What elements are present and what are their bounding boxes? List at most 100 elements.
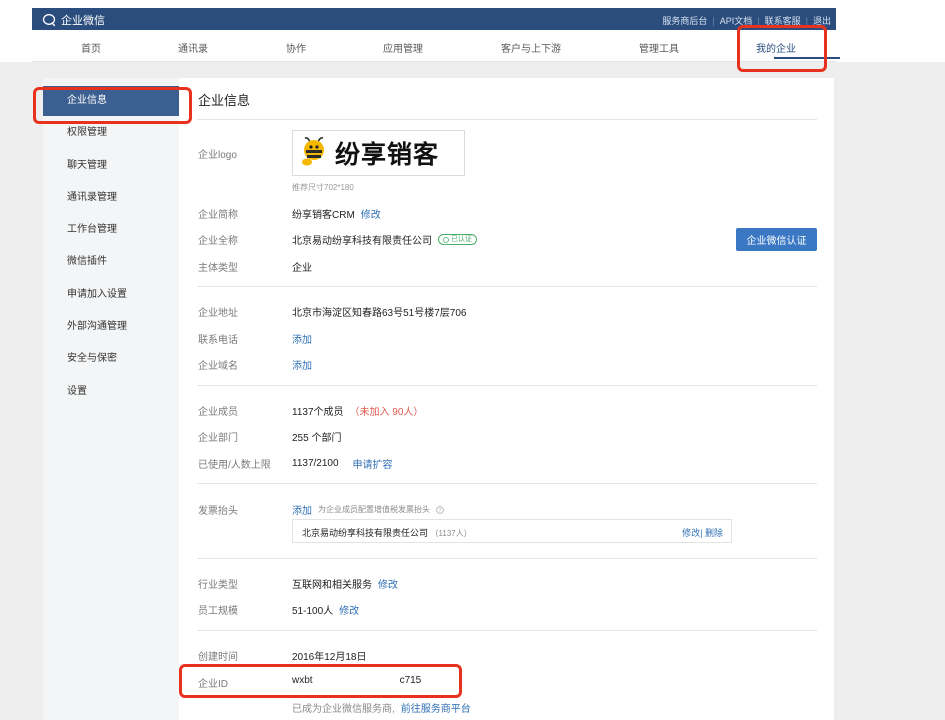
divider	[197, 630, 817, 631]
sidebar-item-contacts-management[interactable]: 通讯录管理	[43, 183, 179, 213]
redaction-mask	[345, 670, 365, 692]
apply-expansion-link[interactable]: 申请扩容	[353, 456, 393, 471]
divider	[197, 558, 817, 559]
page-title: 企业信息	[198, 93, 251, 108]
top-strip	[0, 0, 945, 8]
sidebar-item-company-info[interactable]: 企业信息	[43, 86, 179, 116]
main-nav: 首页 通讯录 协作 应用管理 客户与上下游 管理工具 我的企业	[32, 30, 840, 62]
wecom-logo-icon	[42, 14, 56, 27]
company-logo[interactable]: 纷享销客	[292, 130, 465, 176]
sidebar-item-chat-management[interactable]: 聊天管理	[43, 151, 179, 181]
divider	[197, 385, 817, 386]
nav-home[interactable]: 首页	[81, 40, 101, 55]
provider-console-link[interactable]: 服务商后台	[657, 14, 712, 27]
sidebar-item-workbench[interactable]: 工作台管理	[43, 215, 179, 245]
invoice-label: 发票抬头	[198, 506, 238, 517]
sidebar-item-join-settings[interactable]: 申请加入设置	[43, 280, 179, 310]
sidebar-item-wechat-plugin[interactable]: 微信插件	[43, 247, 179, 277]
staff-size-row: 51-100人 修改	[292, 602, 359, 617]
domain-label: 企业域名	[198, 361, 238, 372]
industry-row: 互联网和相关服务 修改	[292, 576, 398, 591]
brand[interactable]: 企业微信	[42, 12, 105, 28]
delete-invoice-link[interactable]: 删除	[705, 528, 723, 538]
entity-type-label: 主体类型	[198, 263, 238, 274]
sidebar-item-permissions[interactable]: 权限管理	[43, 118, 179, 148]
corp-id-start: wxbt	[292, 675, 313, 686]
provider-platform-link[interactable]: 前往服务商平台	[401, 700, 471, 715]
edit-short-name-link[interactable]: 修改	[361, 206, 381, 221]
top-bar: 企业微信 服务商后台 | API文档 | 联系客服 | 退出	[32, 8, 836, 30]
nav-customers-partners[interactable]: 客户与上下游	[501, 40, 561, 55]
industry-value: 互联网和相关服务	[292, 580, 372, 591]
corp-id-label: 企业ID	[198, 679, 228, 690]
svg-text:?: ?	[439, 508, 442, 514]
help-icon[interactable]: ?	[436, 505, 444, 514]
logo-label: 企业logo	[198, 150, 237, 161]
verified-badge: 已认证	[438, 234, 477, 245]
logo-size-hint: 推荐尺寸702*180	[292, 183, 354, 192]
industry-label: 行业类型	[198, 580, 238, 591]
created-value: 2016年12月18日	[292, 652, 367, 663]
domain-row: 添加	[292, 357, 312, 372]
members-pending[interactable]: （未加入 90人）	[350, 403, 424, 418]
add-invoice-link[interactable]: 添加	[292, 502, 312, 517]
full-name-label: 企业全称	[198, 236, 238, 247]
staff-size-value: 51-100人	[292, 606, 334, 617]
short-name-row: 纷享销客CRM 修改	[292, 206, 381, 221]
brand-name: 企业微信	[61, 15, 105, 27]
nav-admin-tools[interactable]: 管理工具	[639, 40, 679, 55]
invoice-hint: 为企业成员配置增值税发票抬头	[318, 505, 430, 514]
quota-label: 已使用/人数上限	[198, 460, 271, 471]
sidebar-item-external-communication[interactable]: 外部沟通管理	[43, 312, 179, 342]
full-name-row: 北京易动纷享科技有限责任公司 已认证	[292, 232, 477, 247]
bee-mascot-icon	[302, 137, 324, 166]
api-docs-link[interactable]: API文档	[715, 14, 758, 27]
edit-industry-link[interactable]: 修改	[378, 576, 398, 591]
departments-label: 企业部门	[198, 433, 238, 444]
wecom-certification-button[interactable]: 企业微信认证	[736, 228, 817, 251]
invoice-entry: 北京易动纷享科技有限责任公司 （1137人） 修改| 删除	[292, 519, 732, 543]
nav-contacts[interactable]: 通讯录	[178, 40, 208, 55]
members-value: 1137个成员	[292, 407, 344, 418]
invoice-header-row: 添加 为企业成员配置增值税发票抬头 ?	[292, 502, 444, 517]
add-domain-link[interactable]: 添加	[292, 357, 312, 372]
full-name-value: 北京易动纷享科技有限责任公司	[292, 236, 432, 247]
sidebar-item-security[interactable]: 安全与保密	[43, 344, 179, 374]
entity-type-value: 企业	[292, 263, 312, 274]
created-label: 创建时间	[198, 652, 238, 663]
address-value: 北京市海淀区知春路63号51号楼7层706	[292, 308, 467, 319]
nav-collaboration[interactable]: 协作	[286, 40, 306, 55]
invoice-entry-name: 北京易动纷享科技有限责任公司	[302, 528, 429, 538]
logout-link[interactable]: 退出	[808, 14, 836, 27]
nav-app-management[interactable]: 应用管理	[383, 40, 423, 55]
members-label: 企业成员	[198, 407, 238, 418]
quota-value: 1137/2100	[292, 458, 339, 469]
phone-label: 联系电话	[198, 335, 238, 346]
invoice-entry-name-row: 北京易动纷享科技有限责任公司 （1137人）	[302, 526, 472, 539]
short-name-value: 纷享销客CRM	[292, 210, 355, 221]
invoice-entry-count: （1137人）	[430, 529, 472, 538]
phone-row: 添加	[292, 331, 312, 346]
contact-support-link[interactable]: 联系客服	[760, 14, 806, 27]
edit-invoice-link[interactable]: 修改	[682, 528, 700, 538]
departments-value: 255 个部门	[292, 433, 342, 444]
footer-note-row: 已成为企业微信服务商, 前往服务商平台	[292, 700, 471, 715]
staff-size-label: 员工规模	[198, 606, 238, 617]
nav-my-company[interactable]: 我的企业	[756, 40, 796, 55]
add-phone-link[interactable]: 添加	[292, 331, 312, 346]
divider	[197, 119, 817, 120]
divider	[197, 286, 817, 287]
verified-check-icon	[443, 236, 449, 243]
corp-id-end: c715	[399, 675, 422, 686]
short-name-label: 企业简称	[198, 210, 238, 221]
sidebar-item-settings[interactable]: 设置	[43, 377, 179, 407]
verified-badge-label: 已认证	[451, 236, 472, 243]
sidebar: 企业信息 权限管理 聊天管理 通讯录管理 工作台管理 微信插件 申请加入设置 外…	[43, 78, 179, 720]
active-tab-indicator	[774, 57, 840, 59]
logo-text: 纷享销客	[335, 141, 440, 169]
invoice-actions: 修改| 删除	[682, 528, 723, 538]
footer-note: 已成为企业微信服务商,	[292, 704, 395, 715]
edit-staff-size-link[interactable]: 修改	[339, 602, 359, 617]
address-label: 企业地址	[198, 308, 238, 319]
top-links: 服务商后台 | API文档 | 联系客服 | 退出	[657, 14, 836, 27]
